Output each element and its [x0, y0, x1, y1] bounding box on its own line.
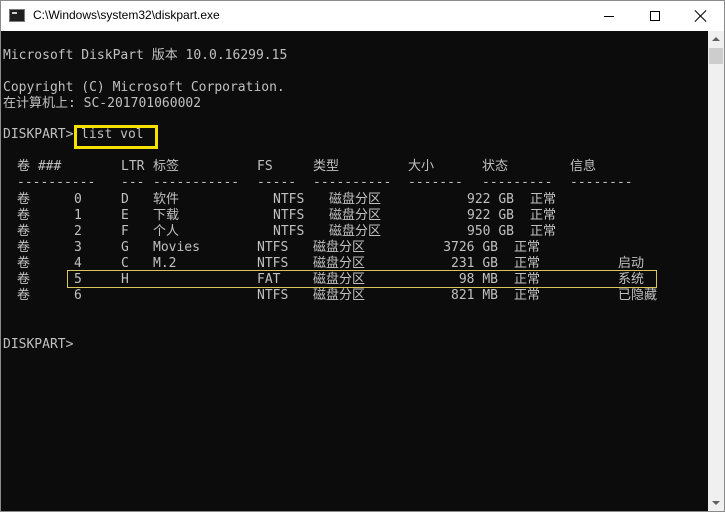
table-row-fs: NTFS: [273, 208, 305, 223]
command-prompt: DISKPART>: [3, 127, 82, 142]
minimize-icon: [604, 15, 614, 17]
table-row-vol: 卷: [17, 240, 31, 255]
table-row-status: 正常: [530, 208, 557, 223]
table-row-fs: NTFS: [273, 192, 305, 207]
title-bar[interactable]: C:\Windows\system32\diskpart.exe: [1, 1, 724, 31]
maximize-button[interactable]: [632, 1, 678, 31]
close-icon: [695, 10, 707, 22]
table-row-fs: NTFS: [257, 288, 289, 303]
selected-volume-highlight-box: [67, 270, 657, 288]
table-header-size: 大小: [408, 159, 435, 174]
table-header-info: 信息: [570, 159, 597, 174]
console-window: C:\Windows\system32\diskpart.exe Microso…: [0, 0, 725, 512]
table-row-ltr: F: [121, 224, 129, 239]
table-row-status: 正常: [530, 192, 557, 207]
chevron-down-icon: [712, 501, 720, 505]
table-separator-ltr: ---: [121, 175, 145, 190]
table-header-label: 标签: [153, 159, 180, 174]
computer-line: 在计算机上: SC-201701060002: [3, 96, 202, 111]
table-separator-vol: ----------: [17, 175, 96, 190]
table-row-fs: NTFS: [273, 224, 305, 239]
table-row-size: 950 GB: [467, 224, 514, 239]
table-separator-label: -----------: [153, 175, 240, 190]
window-title: C:\Windows\system32\diskpart.exe: [33, 8, 220, 22]
table-row-num: 6: [74, 288, 82, 303]
table-row-status: 正常: [514, 288, 541, 303]
table-row-num: 1: [74, 208, 82, 223]
table-row-num: 2: [74, 224, 82, 239]
table-row-type: 磁盘分区: [313, 240, 366, 255]
table-row-label: 软件: [153, 192, 180, 207]
table-row-status: 正常: [530, 224, 557, 239]
table-header-type: 类型: [313, 159, 340, 174]
table-row-size: 922 GB: [467, 208, 514, 223]
table-row-size: 922 GB: [467, 192, 514, 207]
table-row-num: 0: [74, 192, 82, 207]
table-header-fs: FS: [257, 159, 273, 174]
table-row-status: 正常: [514, 240, 541, 255]
table-separator-status: ---------: [482, 175, 553, 190]
table-row-size: 821 MB: [451, 288, 498, 303]
final-prompt: DISKPART>: [3, 337, 82, 352]
table-row-ltr: D: [121, 192, 129, 207]
table-separator-type: ----------: [313, 175, 392, 190]
table-header-status: 状态: [482, 159, 509, 174]
scroll-down-button[interactable]: [708, 495, 724, 511]
table-row-vol: 卷: [17, 224, 31, 239]
table-separator-fs: -----: [257, 175, 297, 190]
table-row-label: Movies: [153, 240, 200, 255]
table-row-vol: 卷: [17, 192, 31, 207]
chevron-up-icon: [712, 37, 720, 41]
copyright-line: Copyright (C) Microsoft Corporation.: [3, 80, 285, 95]
table-row-type: 磁盘分区: [329, 224, 382, 239]
table-row-type: 磁盘分区: [329, 192, 382, 207]
table-row-info: 已隐藏: [618, 288, 658, 303]
table-row-vol: 卷: [17, 256, 31, 271]
table-header-ltr: LTR: [121, 159, 145, 174]
table-row-label: 下载: [153, 208, 180, 223]
table-row-vol: 卷: [17, 272, 31, 287]
table-header-vol: 卷 ###: [17, 159, 62, 174]
table-row-vol: 卷: [17, 288, 31, 303]
close-button[interactable]: [678, 1, 724, 31]
table-separator-info: --------: [570, 175, 633, 190]
table-row-label: 个人: [153, 224, 180, 239]
vertical-scrollbar[interactable]: [708, 31, 724, 511]
maximize-icon: [650, 11, 660, 21]
table-separator-size: -------: [408, 175, 463, 190]
table-row-ltr: E: [121, 208, 129, 223]
minimize-button[interactable]: [586, 1, 632, 31]
console-output[interactable]: Microsoft DiskPart 版本 10.0.16299.15 Copy…: [1, 31, 708, 511]
version-line: Microsoft DiskPart 版本 10.0.16299.15: [3, 48, 288, 63]
table-row-fs: NTFS: [257, 240, 289, 255]
table-row-type: 磁盘分区: [313, 288, 366, 303]
scroll-up-button[interactable]: [708, 31, 724, 47]
table-row-type: 磁盘分区: [329, 208, 382, 223]
table-row-size: 3726 GB: [443, 240, 498, 255]
table-row-ltr: G: [121, 240, 129, 255]
table-row-num: 3: [74, 240, 82, 255]
table-row-vol: 卷: [17, 208, 31, 223]
scroll-thumb[interactable]: [709, 48, 723, 64]
console-app-icon[interactable]: [9, 9, 25, 22]
command-highlight-box: [74, 125, 158, 149]
